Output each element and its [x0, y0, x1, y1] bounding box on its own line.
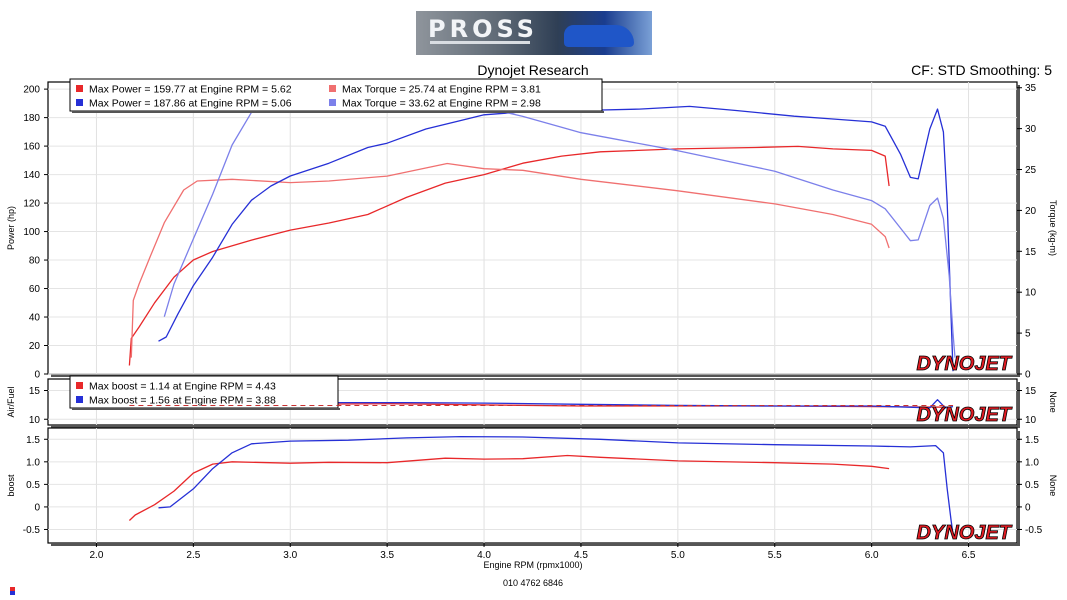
power-torque-tick-label-left: 0: [34, 370, 40, 381]
air-fuel-panel-shadow: [1017, 382, 1020, 428]
power-torque-legend-shadow: [72, 111, 604, 113]
power-torque-tick-label-left: 60: [29, 284, 41, 295]
power-torque-tick-label-right: 35: [1025, 83, 1037, 94]
x-axis-tick-label: 6.0: [865, 550, 879, 561]
power-torque-tick-label-left: 200: [23, 85, 40, 96]
air-fuel-tick-label-left: 10: [29, 415, 41, 426]
boost-tick-label-left: 1.0: [26, 457, 40, 468]
cf-smoothing-label: CF: STD Smoothing: 5: [911, 62, 1052, 78]
boost-tick-label-right: 1.0: [1025, 457, 1039, 468]
air-fuel-tick-label-left: 15: [29, 386, 41, 397]
power-torque-legend-entry: Max Power = 159.77 at Engine RPM = 5.62: [89, 84, 292, 96]
power-torque-legend-swatch: [76, 85, 83, 92]
boost-panel-shadow: [51, 543, 1020, 546]
power-torque-tick-label-left: 180: [23, 113, 40, 124]
boost-tick-label-left: 1.5: [26, 435, 40, 446]
x-axis-tick-label: 2.5: [186, 550, 200, 561]
power-torque-tick-label-left: 100: [23, 227, 40, 238]
power-torque-tick-label-left: 20: [29, 341, 41, 352]
corner-marker-red: [10, 587, 15, 591]
boost-panel-shadow: [1017, 431, 1020, 546]
air-fuel-legend-shadow: [72, 408, 340, 410]
air-fuel-legend-entry: Max boost = 1.56 at Engine RPM = 3.88: [89, 395, 276, 407]
power-torque-tick-label-left: 140: [23, 170, 40, 181]
x-axis-tick-label: 5.0: [671, 550, 685, 561]
power-torque-ylabel-left: Power (hp): [6, 206, 16, 250]
boost-tick-label-left: 0: [34, 502, 40, 513]
power-torque-tick-label-left: 80: [29, 256, 41, 267]
air-fuel-legend-entry: Max boost = 1.14 at Engine RPM = 4.43: [89, 381, 276, 393]
x-axis-tick-label: 6.5: [962, 550, 976, 561]
air-fuel-ylabel-left: Air/Fuel: [6, 386, 16, 417]
power-torque-tick-label-left: 120: [23, 199, 40, 210]
power-torque-tick-label-right: 20: [1025, 206, 1037, 217]
x-axis-tick-label: 5.5: [768, 550, 782, 561]
power-torque-tick-label-right: 25: [1025, 165, 1037, 176]
boost-tick-label-left: 0.5: [26, 480, 40, 491]
power-torque-legend-swatch: [329, 85, 336, 92]
power-torque-tick-label-right: 15: [1025, 247, 1037, 258]
boost-ylabel-right: None: [1048, 475, 1058, 497]
boost-tick-label-right: -0.5: [1025, 525, 1043, 536]
air-fuel-ylabel-right: None: [1048, 391, 1058, 413]
run-id-label: 010 4762 6846: [503, 578, 563, 588]
power-torque-tick-label-left: 40: [29, 313, 41, 324]
air-fuel-tick-label-right: 10: [1025, 415, 1037, 426]
boost-tick-label-left: -0.5: [23, 525, 41, 536]
boost-tick-label-right: 1.5: [1025, 435, 1039, 446]
air-fuel-legend-swatch: [76, 382, 83, 389]
x-axis-label: Engine RPM (rpmx1000): [483, 560, 582, 570]
power-torque-tick-label-right: 5: [1025, 329, 1031, 340]
boost-ylabel-left: boost: [6, 474, 16, 497]
boost-tick-label-right: 0.5: [1025, 480, 1039, 491]
power-torque-ylabel-right: Torque (kg-m): [1048, 200, 1058, 256]
dyno-chart: Dynojet Research CF: STD Smoothing: 5 0 20 4…: [6, 62, 1058, 595]
air-fuel-legend-swatch: [76, 396, 83, 403]
power-torque-tick-label-right: 30: [1025, 124, 1037, 135]
chart-title: Dynojet Research: [477, 62, 588, 78]
power-torque-legend-swatch: [329, 99, 336, 106]
x-axis-tick-label: 3.5: [380, 550, 394, 561]
power-torque-legend-entry: Max Torque = 25.74 at Engine RPM = 3.81: [342, 84, 541, 96]
boost-tick-label-right: 0: [1025, 502, 1031, 513]
corner-marker-blue: [10, 591, 15, 595]
x-axis-tick-label: 3.0: [283, 550, 297, 561]
power-torque-legend-swatch: [76, 99, 83, 106]
air-fuel-tick-label-right: 15: [1025, 386, 1037, 397]
power-torque-legend-entry: Max Power = 187.86 at Engine RPM = 5.06: [89, 98, 292, 110]
power-torque-tick-label-right: 10: [1025, 288, 1037, 299]
boost-dynojet-watermark: DYNOJET: [917, 522, 1013, 544]
power-torque-legend-entry: Max Torque = 33.62 at Engine RPM = 2.98: [342, 98, 541, 110]
x-axis-tick-label: 2.0: [89, 550, 103, 561]
power-torque-tick-label-right: 0: [1025, 370, 1031, 381]
power-torque-tick-label-left: 160: [23, 142, 40, 153]
power-torque-dynojet-watermark: DYNOJET: [917, 353, 1013, 375]
air-fuel-dynojet-watermark: DYNOJET: [917, 404, 1013, 426]
